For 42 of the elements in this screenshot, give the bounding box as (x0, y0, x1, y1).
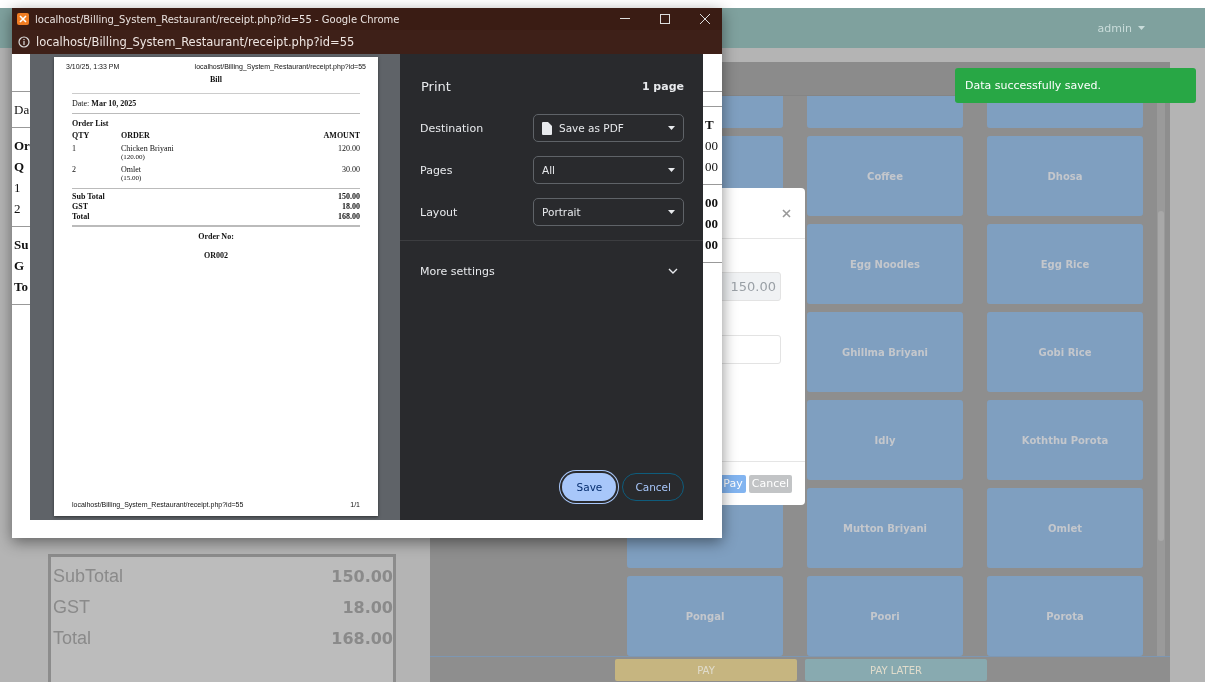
document-text: 00 (704, 194, 719, 211)
document-text: Da (13, 101, 30, 118)
document-text: 00 (704, 215, 719, 232)
table-cell-text: 1 (72, 144, 77, 153)
table-cell-text: Omlet (121, 165, 142, 174)
section-title: Order List (72, 119, 110, 128)
document-text: 1 (13, 179, 22, 196)
table-cell: 120.00 (338, 144, 360, 153)
table-cell-text: Chicken Briyani (121, 144, 175, 153)
receipt-title: Bill (209, 75, 223, 84)
document-text: 2 (13, 200, 22, 217)
url-text: localhost/Billing_System_Restaurant/receipt.php?id=55 (36, 35, 355, 49)
page-count: 1 page (641, 79, 684, 93)
field-label: Destination (420, 121, 485, 135)
document-text: 00 (704, 236, 719, 253)
order-number: OR002 (203, 251, 229, 260)
window-title: localhost/Billing_System_Restaurant/receipt.php?id=55 - Google Chrome (35, 13, 401, 25)
field-label: Layout (420, 205, 459, 219)
total-value: 168.00 (338, 212, 360, 222)
document-text: 00 (704, 158, 719, 175)
document-text: To (13, 278, 29, 295)
total-label: GST (72, 202, 88, 212)
total-label: Sub Total (72, 192, 105, 202)
table-cell-text: 2 (72, 165, 77, 174)
column-header: AMOUNT (323, 131, 360, 140)
total-value: 150.00 (338, 192, 360, 202)
total-value: 18.00 (342, 202, 360, 212)
document-text: Q (13, 158, 26, 175)
success-toast: Data successfully saved. (955, 68, 1196, 103)
document-text: T (704, 116, 715, 133)
order-label: Order No: (197, 232, 235, 241)
total-label: Total (72, 212, 90, 222)
document-text: Su (13, 236, 30, 253)
field-label: Pages (420, 163, 454, 177)
receipt-date: Date: Mar 10, 2025 (72, 99, 138, 108)
document-text: Or (13, 137, 30, 154)
column-header: ORDER (121, 131, 151, 140)
dialog-title: Print (421, 78, 451, 94)
table-cell: 30.00 (342, 165, 360, 174)
column-header: QTY (72, 131, 91, 140)
document-text: 00 (704, 137, 719, 154)
document-text: G (13, 257, 26, 274)
